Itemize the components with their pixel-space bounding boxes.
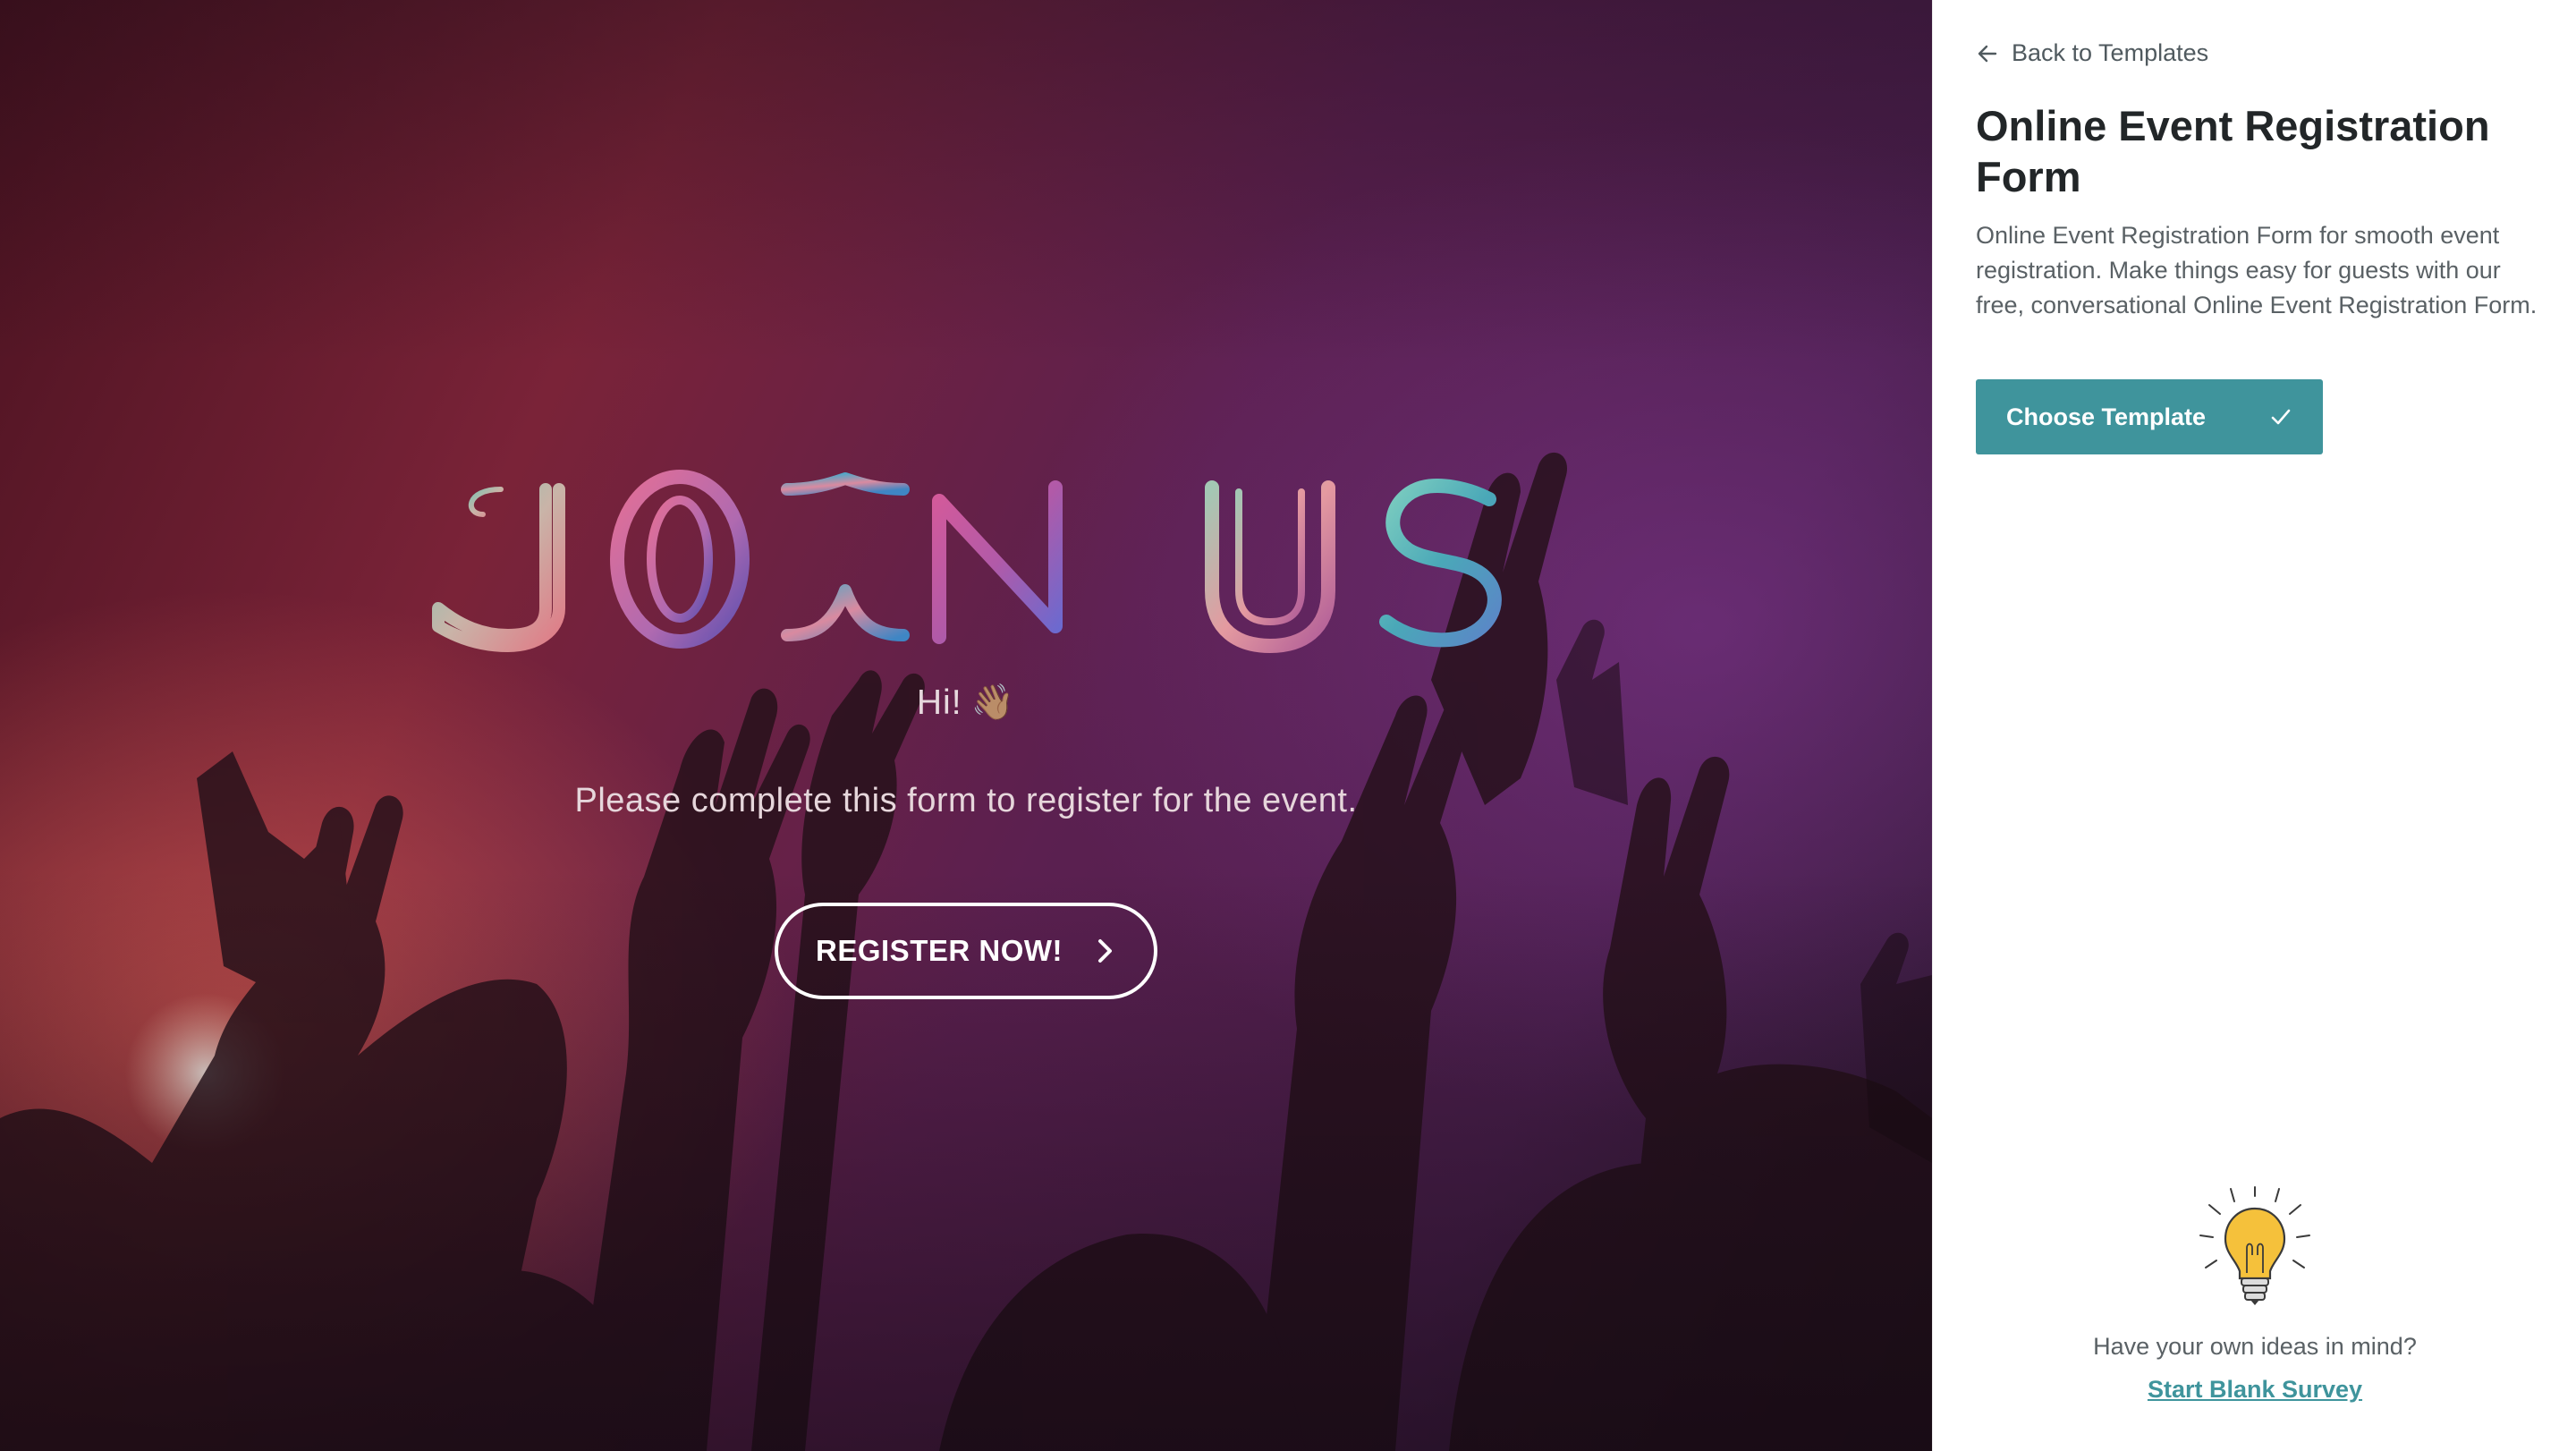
title-letter-o <box>610 470 750 649</box>
template-details-panel: Back to Templates Online Event Registrat… <box>1932 0 2576 1451</box>
template-description: Online Event Registration Form for smoot… <box>1976 222 2538 318</box>
greeting-text: Hi! 👋🏽 <box>0 682 1932 723</box>
checkmark-icon <box>2271 409 2291 425</box>
waving-hand-icon: 👋🏽 <box>970 683 1016 722</box>
title-letter-n <box>932 480 1063 644</box>
back-to-templates-link[interactable]: Back to Templates <box>1976 39 2208 67</box>
choose-template-label: Choose Template <box>2006 403 2207 430</box>
preview-vignette <box>0 0 1932 1451</box>
title-letter-u <box>1205 480 1335 653</box>
chevron-right-icon <box>1098 939 1112 963</box>
register-now-button[interactable]: REGISTER NOW! <box>775 903 1157 999</box>
title-letter-s <box>1379 479 1502 648</box>
greeting-label: Hi! <box>916 683 962 722</box>
join-us-title <box>432 470 1502 653</box>
template-title: Online Event Registration Form <box>1976 102 2490 200</box>
start-blank-survey-link[interactable]: Start Blank Survey <box>1933 1376 2576 1404</box>
register-button-label: REGISTER NOW! <box>816 934 1063 967</box>
form-subtitle: Please complete this form to register fo… <box>574 782 1358 819</box>
title-letter-j <box>432 482 593 652</box>
arrow-left-icon <box>1978 45 1997 62</box>
choose-template-button[interactable]: Choose Template <box>1976 379 2323 454</box>
template-preview: Hi! 👋🏽 Please complete this form to regis… <box>0 0 1932 1451</box>
back-link-label: Back to Templates <box>2012 39 2209 66</box>
lightbulb-icon <box>2199 1186 2310 1305</box>
title-letter-i <box>781 472 910 641</box>
own-ideas-prompt: Have your own ideas in mind? <box>2093 1333 2417 1360</box>
